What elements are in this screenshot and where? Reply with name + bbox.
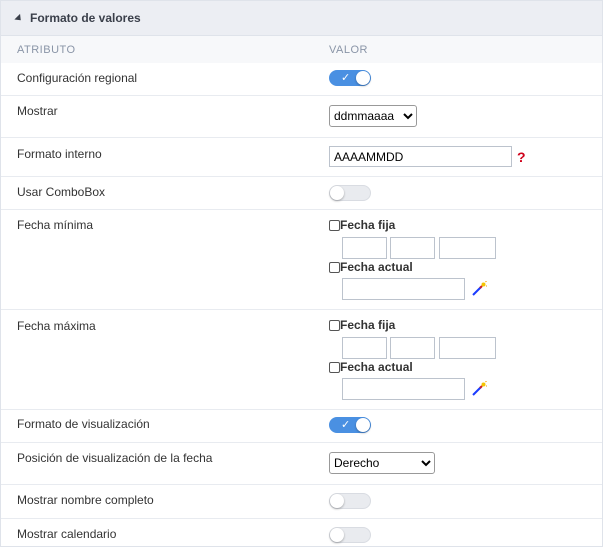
row-mostrar: Mostrar ddmmaaaa	[1, 96, 602, 138]
row-regional-config: Configuración regional ✓	[1, 63, 602, 96]
magic-wand-icon[interactable]	[471, 281, 487, 297]
panel-title: Formato de valores	[30, 11, 141, 25]
fecha-fija-group: Fecha fija	[329, 318, 395, 332]
toggle-knob	[330, 494, 344, 508]
row-fecha-maxima: Fecha máxima Fecha fija Fecha actual	[1, 310, 602, 410]
label-fecha-minima: Fecha mínima	[17, 218, 94, 232]
label-formato-interno: Formato interno	[17, 147, 102, 161]
toggle-knob	[356, 71, 370, 85]
row-formato-interno: Formato interno ?	[1, 138, 602, 177]
select-posicion-fecha[interactable]: Derecho	[329, 452, 435, 474]
fecha-fija-group: Fecha fija	[329, 218, 395, 232]
toggle-usar-combobox[interactable]	[329, 185, 371, 201]
panel-header[interactable]: Formato de valores	[1, 1, 602, 36]
input-formato-interno[interactable]	[329, 146, 512, 167]
row-mostrar-calendario: Mostrar calendario	[1, 519, 602, 551]
input-fecha-fija-month[interactable]	[390, 237, 435, 259]
row-mostrar-nombre-completo: Mostrar nombre completo	[1, 485, 602, 519]
input-fecha-fija-year[interactable]	[439, 237, 496, 259]
checkbox-fecha-fija[interactable]	[329, 320, 340, 332]
label-posicion-fecha: Posición de visualización de la fecha	[17, 451, 213, 465]
input-fecha-fija-day[interactable]	[342, 337, 387, 359]
label-mostrar: Mostrar	[17, 104, 58, 118]
label-mostrar-calendario: Mostrar calendario	[17, 527, 117, 541]
label-fecha-fija: Fecha fija	[340, 318, 396, 332]
toggle-knob	[330, 186, 344, 200]
label-formato-visualizacion: Formato de visualización	[17, 417, 150, 431]
help-icon[interactable]: ?	[517, 149, 526, 165]
toggle-regional-config[interactable]: ✓	[329, 70, 371, 86]
toggle-formato-visualizacion[interactable]: ✓	[329, 417, 371, 433]
column-value: VALOR	[329, 43, 368, 56]
checkbox-fecha-actual[interactable]	[329, 362, 340, 374]
row-usar-combobox: Usar ComboBox	[1, 177, 602, 210]
checkbox-fecha-fija[interactable]	[329, 220, 340, 232]
fecha-actual-group: Fecha actual	[329, 360, 413, 374]
label-fecha-fija: Fecha fija	[340, 218, 396, 232]
format-values-panel: Formato de valores ATRIBUTO VALOR Config…	[0, 0, 603, 547]
checkbox-fecha-actual[interactable]	[329, 262, 340, 274]
label-regional-config: Configuración regional	[17, 71, 138, 85]
label-fecha-actual: Fecha actual	[340, 360, 413, 374]
row-fecha-minima: Fecha mínima Fecha fija Fecha actual	[1, 210, 602, 310]
label-fecha-maxima: Fecha máxima	[17, 319, 96, 333]
label-usar-combobox: Usar ComboBox	[17, 185, 106, 199]
toggle-knob	[330, 528, 344, 542]
input-fecha-fija-year[interactable]	[439, 337, 496, 359]
collapse-triangle-icon[interactable]	[14, 13, 24, 23]
column-header: ATRIBUTO VALOR	[1, 36, 602, 63]
toggle-knob	[356, 418, 370, 432]
check-icon: ✓	[341, 419, 351, 431]
label-mostrar-nombre-completo: Mostrar nombre completo	[17, 493, 154, 507]
select-mostrar[interactable]: ddmmaaaa	[329, 105, 417, 127]
toggle-mostrar-nombre-completo[interactable]	[329, 493, 371, 509]
input-fecha-actual[interactable]	[342, 278, 465, 300]
label-fecha-actual: Fecha actual	[340, 260, 413, 274]
column-attribute: ATRIBUTO	[17, 43, 76, 56]
toggle-mostrar-calendario[interactable]	[329, 527, 371, 543]
input-fecha-actual[interactable]	[342, 378, 465, 400]
fecha-actual-group: Fecha actual	[329, 260, 413, 274]
check-icon: ✓	[341, 72, 351, 84]
magic-wand-icon[interactable]	[471, 381, 487, 397]
row-posicion-fecha: Posición de visualización de la fecha De…	[1, 443, 602, 485]
input-fecha-fija-day[interactable]	[342, 237, 387, 259]
row-formato-visualizacion: Formato de visualización ✓	[1, 410, 602, 443]
input-fecha-fija-month[interactable]	[390, 337, 435, 359]
